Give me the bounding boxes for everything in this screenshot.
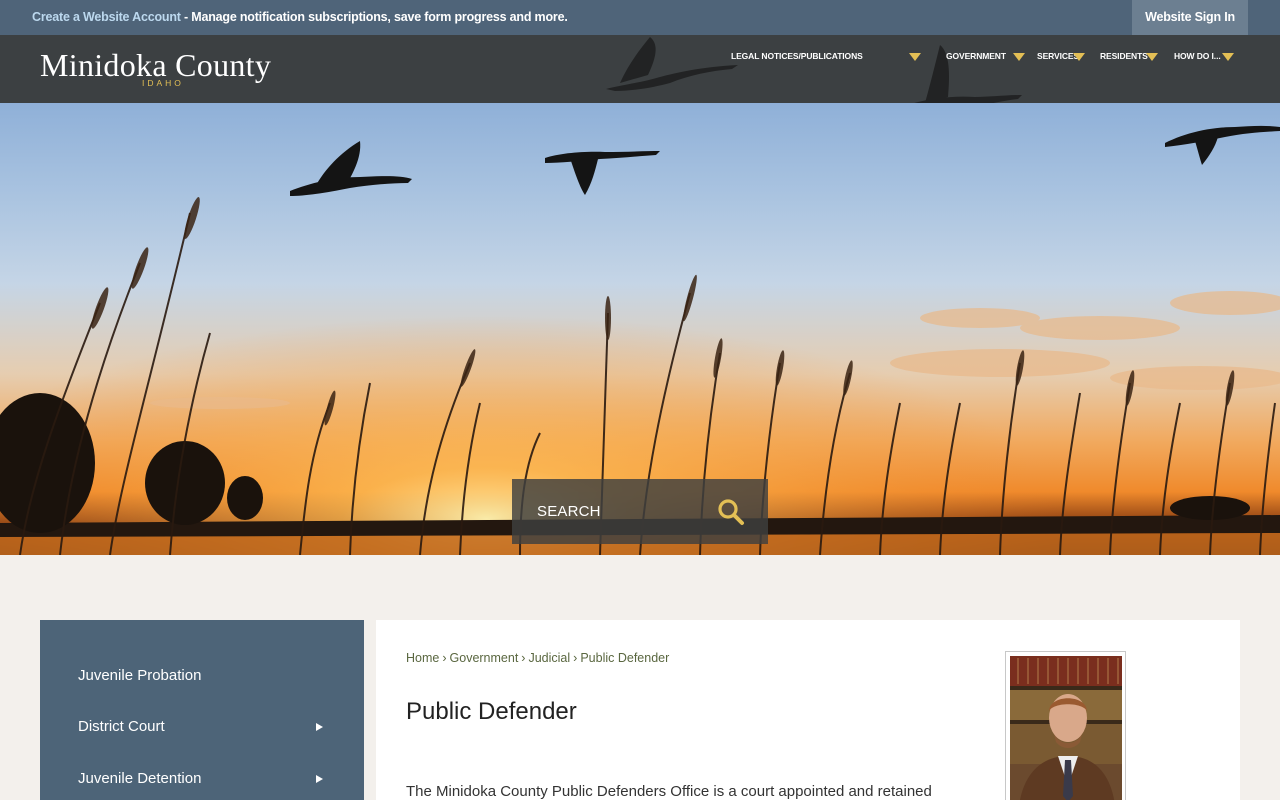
page-title: Public Defender [406,698,577,725]
sidebar-item-district-court[interactable]: District Court [78,718,165,735]
breadcrumb-separator: › [521,651,526,665]
site-header: Minidoka County IDAHO LEGAL NOTICES/PUBL… [0,35,1280,103]
juvenile-detention-submenu-arrow-icon[interactable] [316,775,323,783]
breadcrumb-separator: › [442,651,447,665]
main-content: Home › Government › Judicial › Public Defender… [376,620,1240,800]
breadcrumb-separator: › [573,651,578,665]
nav-legal-notices-caret-icon[interactable] [909,53,921,61]
sidebar-item-juvenile-probation[interactable]: Juvenile Probation [78,667,201,684]
notification-message: Create a Website Account - Manage notifi… [32,10,568,24]
nav-government-caret-icon[interactable] [1013,53,1025,61]
search-icon[interactable] [716,497,746,527]
breadcrumb-public-defender[interactable]: Public Defender [580,651,669,665]
nav-residents[interactable]: RESIDENTS [1100,51,1148,61]
breadcrumb-judicial[interactable]: Judicial [528,651,570,665]
nav-how-do-i[interactable]: HOW DO I... [1174,51,1221,61]
sidebar-item-juvenile-detention[interactable]: Juvenile Detention [78,770,201,787]
website-sign-in-button[interactable]: Website Sign In [1132,0,1248,35]
create-account-link[interactable]: Create a Website Account [32,10,181,24]
notification-bar: Create a Website Account - Manage notifi… [0,0,1280,35]
logo-title: Minidoka County [40,47,272,83]
site-logo[interactable]: Minidoka County IDAHO [40,47,272,88]
district-court-submenu-arrow-icon[interactable] [316,723,323,731]
section-sidebar-nav: Juvenile Probation District Court Juveni… [40,620,364,800]
breadcrumb-government[interactable]: Government [450,651,519,665]
nav-services-caret-icon[interactable] [1073,53,1085,61]
breadcrumb: Home › Government › Judicial › Public Defender [406,651,669,665]
search-input-placeholder: SEARCH [537,503,601,520]
nav-legal-notices[interactable]: LEGAL NOTICES/PUBLICATIONS [731,51,863,61]
nav-government[interactable]: GOVERNMENT [946,51,1006,61]
public-defender-photo [1005,651,1126,800]
site-search-field[interactable]: SEARCH [512,479,768,544]
logo-subtitle: IDAHO [142,78,184,88]
notification-text: - Manage notification subscriptions, sav… [180,10,568,24]
hero-banner: SEARCH [0,103,1280,555]
nav-how-do-i-caret-icon[interactable] [1222,53,1234,61]
nav-residents-caret-icon[interactable] [1146,53,1158,61]
breadcrumb-home[interactable]: Home [406,651,439,665]
intro-paragraph: The Minidoka County Public Defenders Off… [406,783,932,800]
